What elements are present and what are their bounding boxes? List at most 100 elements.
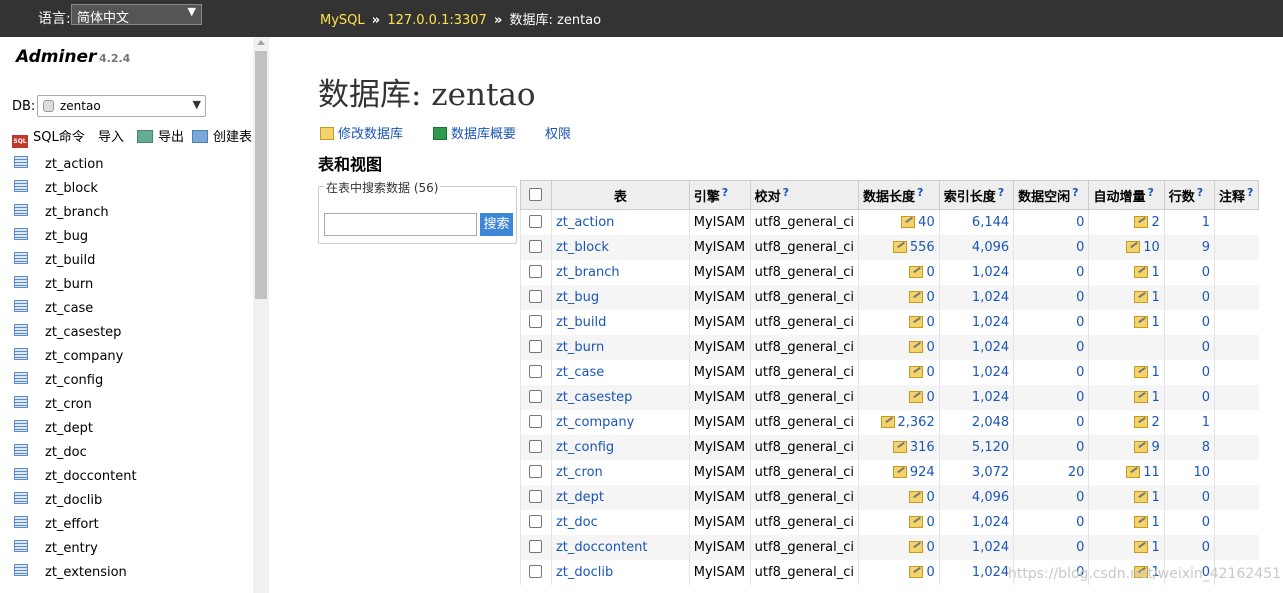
search-input[interactable]	[324, 213, 477, 236]
auto-increment-value[interactable]: 1	[1151, 390, 1159, 405]
data-length-value[interactable]: 0	[926, 365, 934, 380]
row-checkbox[interactable]	[529, 464, 543, 478]
language-select[interactable]: 简体中文 ▼	[71, 4, 202, 26]
help-link[interactable]: ?	[1072, 186, 1078, 199]
rows-cell[interactable]: 8	[1163, 434, 1215, 460]
row-select-cell[interactable]	[520, 334, 552, 360]
data-length-value[interactable]: 924	[910, 465, 935, 480]
index-length-cell[interactable]: 5,120	[938, 434, 1014, 460]
index-length-cell[interactable]: 1,024	[938, 259, 1014, 285]
rows-cell[interactable]: 0	[1163, 484, 1215, 510]
edit-icon[interactable]	[901, 215, 916, 228]
table-name-link[interactable]: zt_burn	[556, 340, 604, 355]
table-icon[interactable]	[14, 204, 28, 216]
edit-icon[interactable]	[909, 315, 924, 328]
row-select-cell[interactable]	[520, 509, 552, 535]
data-free-cell[interactable]: 0	[1013, 509, 1089, 535]
create-table-link[interactable]: 创建表	[192, 126, 252, 145]
rows-cell[interactable]: 1	[1163, 409, 1215, 435]
auto-increment-value[interactable]: 1	[1151, 365, 1159, 380]
edit-icon[interactable]	[880, 415, 895, 428]
index-length-cell[interactable]: 1,024	[938, 284, 1014, 310]
data-length-value[interactable]: 0	[926, 265, 934, 280]
data-length-value[interactable]: 0	[926, 490, 934, 505]
row-select-cell[interactable]	[520, 459, 552, 485]
edit-icon[interactable]	[1134, 390, 1149, 403]
row-select-cell[interactable]	[520, 284, 552, 310]
table-name-link[interactable]: zt_bug	[556, 290, 599, 305]
sidebar-scrollbar[interactable]	[253, 37, 269, 593]
table-name-link[interactable]: zt_company	[556, 415, 634, 430]
select-all-header[interactable]	[520, 180, 552, 210]
edit-icon[interactable]	[1134, 515, 1149, 528]
row-select-cell[interactable]	[520, 534, 552, 560]
row-checkbox[interactable]	[529, 389, 543, 403]
sidebar-table-name[interactable]: zt_action	[45, 157, 103, 172]
sidebar-table-name[interactable]: zt_doclib	[45, 493, 102, 508]
auto-increment-value[interactable]: 2	[1151, 415, 1159, 430]
edit-icon[interactable]	[909, 490, 924, 503]
app-name[interactable]: Adminer	[16, 47, 96, 67]
rows-cell[interactable]: 10	[1163, 459, 1215, 485]
rows-cell[interactable]: 0	[1163, 334, 1215, 360]
row-select-cell[interactable]	[520, 384, 552, 410]
row-select-cell[interactable]	[520, 259, 552, 285]
row-checkbox[interactable]	[529, 289, 543, 303]
edit-icon[interactable]	[892, 240, 907, 253]
table-icon[interactable]	[14, 252, 28, 264]
data-free-cell[interactable]: 0	[1013, 384, 1089, 410]
edit-icon[interactable]	[1134, 490, 1149, 503]
help-link[interactable]: ?	[1247, 186, 1253, 199]
breadcrumb-server[interactable]: 127.0.0.1:3307	[387, 13, 487, 28]
table-name-link[interactable]: zt_cron	[556, 465, 603, 480]
data-free-cell[interactable]: 0	[1013, 334, 1089, 360]
data-free-cell[interactable]: 0	[1013, 209, 1089, 235]
breadcrumb-server-type[interactable]: MySQL	[320, 13, 365, 28]
row-checkbox[interactable]	[529, 339, 543, 353]
help-link[interactable]: ?	[1197, 186, 1203, 199]
edit-icon[interactable]	[909, 540, 924, 553]
row-checkbox[interactable]	[529, 264, 543, 278]
edit-icon[interactable]	[892, 440, 907, 453]
search-button[interactable]: 搜索	[480, 213, 513, 236]
index-length-cell[interactable]: 1,024	[938, 309, 1014, 335]
index-length-cell[interactable]: 1,024	[938, 384, 1014, 410]
select-all-checkbox[interactable]	[529, 187, 543, 201]
scrollbar-thumb[interactable]	[255, 51, 267, 299]
table-name-link[interactable]: zt_branch	[556, 265, 620, 280]
data-length-value[interactable]: 0	[926, 290, 934, 305]
row-checkbox[interactable]	[529, 214, 543, 228]
row-checkbox[interactable]	[529, 414, 543, 428]
sidebar-table-name[interactable]: zt_bug	[45, 229, 88, 244]
index-length-cell[interactable]: 1,024	[938, 559, 1014, 585]
table-name-link[interactable]: zt_config	[556, 440, 614, 455]
table-icon[interactable]	[14, 324, 28, 336]
import-link[interactable]: 导入	[98, 126, 124, 145]
table-icon[interactable]	[14, 468, 28, 480]
export-link[interactable]: 导出	[137, 126, 184, 145]
table-name-link[interactable]: zt_doclib	[556, 565, 613, 580]
table-icon[interactable]	[14, 300, 28, 312]
sidebar-table-name[interactable]: zt_dept	[45, 421, 93, 436]
sidebar-table-name[interactable]: zt_branch	[45, 205, 109, 220]
data-free-cell[interactable]: 0	[1013, 234, 1089, 260]
edit-icon[interactable]	[1134, 365, 1149, 378]
sidebar-table-name[interactable]: zt_effort	[45, 517, 99, 532]
table-name-link[interactable]: zt_dept	[556, 490, 604, 505]
table-icon[interactable]	[14, 444, 28, 456]
data-free-cell[interactable]: 0	[1013, 359, 1089, 385]
row-checkbox[interactable]	[529, 489, 543, 503]
auto-increment-value[interactable]: 1	[1151, 265, 1159, 280]
rows-cell[interactable]: 0	[1163, 284, 1215, 310]
edit-icon[interactable]	[1134, 215, 1149, 228]
row-checkbox[interactable]	[529, 239, 543, 253]
rows-cell[interactable]: 9	[1163, 234, 1215, 260]
auto-increment-value[interactable]: 1	[1151, 290, 1159, 305]
index-length-cell[interactable]: 1,024	[938, 534, 1014, 560]
rows-cell[interactable]: 0	[1163, 259, 1215, 285]
sidebar-table-name[interactable]: zt_burn	[45, 277, 93, 292]
sidebar-table-name[interactable]: zt_casestep	[45, 325, 121, 340]
help-link[interactable]: ?	[1147, 186, 1153, 199]
sidebar-table-name[interactable]: zt_block	[45, 181, 98, 196]
index-length-cell[interactable]: 4,096	[938, 234, 1014, 260]
